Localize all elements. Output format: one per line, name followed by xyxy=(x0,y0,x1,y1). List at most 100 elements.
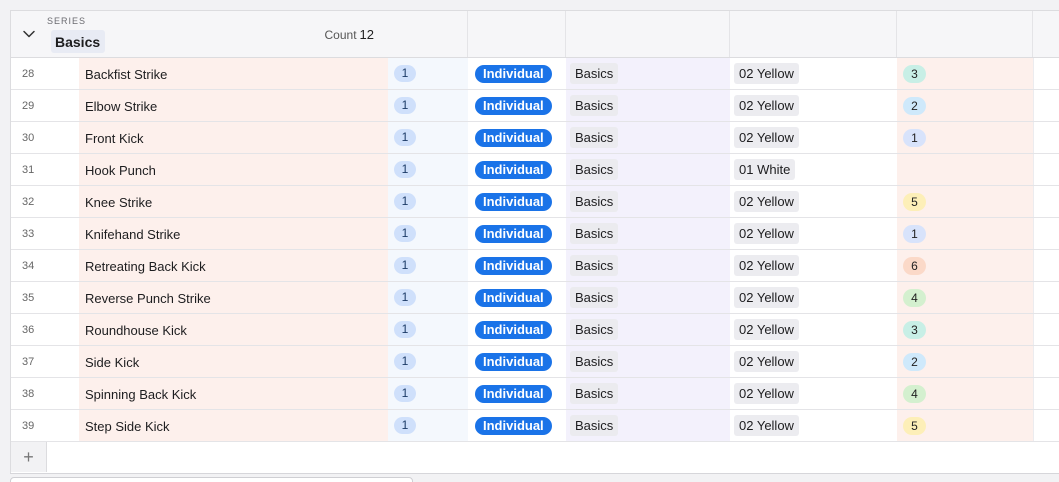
table-row[interactable]: 1 Individual Basics 02 Yellow 2 xyxy=(388,90,1059,122)
table-row[interactable]: 1 Individual Basics 02 Yellow 6 xyxy=(388,250,1059,282)
cell-series[interactable]: Basics xyxy=(566,186,730,217)
table-row[interactable]: 39 Step Side Kick xyxy=(11,410,388,442)
cell-name[interactable]: Side Kick xyxy=(79,346,388,377)
cell-quantity[interactable]: 1 xyxy=(388,346,468,377)
cell-type[interactable]: Individual xyxy=(468,90,566,121)
table-row[interactable]: 30 Front Kick xyxy=(11,122,388,154)
table-row[interactable]: 1 Individual Basics 02 Yellow 2 xyxy=(388,346,1059,378)
cell-level[interactable]: 02 Yellow xyxy=(730,282,897,313)
cell-name[interactable]: Hook Punch xyxy=(79,154,388,185)
cell-extra[interactable] xyxy=(1033,90,1059,121)
cell-extra[interactable] xyxy=(1033,58,1059,89)
cell-series[interactable]: Basics xyxy=(566,282,730,313)
table-row[interactable]: 1 Individual Basics 02 Yellow 3 xyxy=(388,58,1059,90)
cell-level[interactable]: 02 Yellow xyxy=(730,410,897,441)
cell-extra[interactable] xyxy=(1033,186,1059,217)
table-row[interactable]: 1 Individual Basics 02 Yellow 1 xyxy=(388,218,1059,250)
cell-level[interactable]: 02 Yellow xyxy=(730,122,897,153)
cell-type[interactable]: Individual xyxy=(468,410,566,441)
cell-score[interactable]: 2 xyxy=(897,90,1033,121)
cell-score[interactable]: 3 xyxy=(897,58,1033,89)
cell-series[interactable]: Basics xyxy=(566,122,730,153)
cell-extra[interactable] xyxy=(1033,378,1059,409)
cell-quantity[interactable]: 1 xyxy=(388,154,468,185)
cell-type[interactable]: Individual xyxy=(468,154,566,185)
cell-series[interactable]: Basics xyxy=(566,250,730,281)
cell-quantity[interactable]: 1 xyxy=(388,186,468,217)
table-row[interactable]: 35 Reverse Punch Strike xyxy=(11,282,388,314)
add-record-row[interactable]: + xyxy=(11,442,388,473)
cell-type[interactable]: Individual xyxy=(468,378,566,409)
table-row[interactable]: 31 Hook Punch xyxy=(11,154,388,186)
table-row[interactable]: 33 Knifehand Strike xyxy=(11,218,388,250)
table-row[interactable]: 1 Individual Basics 02 Yellow 3 xyxy=(388,314,1059,346)
chevron-down-icon[interactable] xyxy=(22,27,36,41)
cell-score[interactable]: 2 xyxy=(897,346,1033,377)
cell-level[interactable]: 01 White xyxy=(730,154,897,185)
table-row[interactable]: 1 Individual Basics 02 Yellow 4 xyxy=(388,378,1059,410)
cell-level[interactable]: 02 Yellow xyxy=(730,218,897,249)
cell-quantity[interactable]: 1 xyxy=(388,378,468,409)
cell-name[interactable]: Step Side Kick xyxy=(79,410,388,441)
cell-series[interactable]: Basics xyxy=(566,58,730,89)
cell-level[interactable]: 02 Yellow xyxy=(730,58,897,89)
cell-score[interactable]: 5 xyxy=(897,186,1033,217)
cell-score[interactable] xyxy=(897,154,1033,185)
cell-name[interactable]: Knifehand Strike xyxy=(79,218,388,249)
cell-extra[interactable] xyxy=(1033,346,1059,377)
cell-type[interactable]: Individual xyxy=(468,218,566,249)
cell-series[interactable]: Basics xyxy=(566,154,730,185)
table-row[interactable]: 1 Individual Basics 02 Yellow 4 xyxy=(388,282,1059,314)
cell-name[interactable]: Retreating Back Kick xyxy=(79,250,388,281)
cell-quantity[interactable]: 1 xyxy=(388,58,468,89)
cell-extra[interactable] xyxy=(1033,410,1059,441)
cell-level[interactable]: 02 Yellow xyxy=(730,90,897,121)
cell-name[interactable]: Elbow Strike xyxy=(79,90,388,121)
cell-extra[interactable] xyxy=(1033,122,1059,153)
cell-quantity[interactable]: 1 xyxy=(388,410,468,441)
cell-score[interactable]: 6 xyxy=(897,250,1033,281)
cell-series[interactable]: Basics xyxy=(566,346,730,377)
cell-extra[interactable] xyxy=(1033,314,1059,345)
cell-level[interactable]: 02 Yellow xyxy=(730,250,897,281)
cell-type[interactable]: Individual xyxy=(468,58,566,89)
group-header[interactable]: SERIES Basics Count 12 xyxy=(11,10,388,58)
cell-type[interactable]: Individual xyxy=(468,186,566,217)
cell-name[interactable]: Spinning Back Kick xyxy=(79,378,388,409)
cell-level[interactable]: 02 Yellow xyxy=(730,314,897,345)
cell-score[interactable]: 1 xyxy=(897,122,1033,153)
cell-score[interactable]: 5 xyxy=(897,410,1033,441)
cell-quantity[interactable]: 1 xyxy=(388,314,468,345)
cell-quantity[interactable]: 1 xyxy=(388,90,468,121)
cell-score[interactable]: 4 xyxy=(897,282,1033,313)
cell-score[interactable]: 3 xyxy=(897,314,1033,345)
cell-name[interactable]: Knee Strike xyxy=(79,186,388,217)
cell-name[interactable]: Reverse Punch Strike xyxy=(79,282,388,313)
table-row[interactable]: 36 Roundhouse Kick xyxy=(11,314,388,346)
table-row[interactable]: 32 Knee Strike xyxy=(11,186,388,218)
table-row[interactable]: 1 Individual Basics 02 Yellow 5 xyxy=(388,410,1059,442)
table-row[interactable]: 1 Individual Basics 02 Yellow 5 xyxy=(388,186,1059,218)
table-row[interactable]: 1 Individual Basics 01 White xyxy=(388,154,1059,186)
plus-icon[interactable]: + xyxy=(11,442,47,472)
table-row[interactable]: 29 Elbow Strike xyxy=(11,90,388,122)
cell-name[interactable]: Roundhouse Kick xyxy=(79,314,388,345)
cell-type[interactable]: Individual xyxy=(468,314,566,345)
cell-name[interactable]: Backfist Strike xyxy=(79,58,388,89)
cell-name[interactable]: Front Kick xyxy=(79,122,388,153)
table-row[interactable]: 38 Spinning Back Kick xyxy=(11,378,388,410)
cell-level[interactable]: 02 Yellow xyxy=(730,346,897,377)
cell-series[interactable]: Basics xyxy=(566,378,730,409)
cell-extra[interactable] xyxy=(1033,154,1059,185)
cell-type[interactable]: Individual xyxy=(468,346,566,377)
cell-series[interactable]: Basics xyxy=(566,90,730,121)
cell-extra[interactable] xyxy=(1033,250,1059,281)
table-row[interactable]: 28 Backfist Strike xyxy=(11,58,388,90)
table-row[interactable]: 34 Retreating Back Kick xyxy=(11,250,388,282)
cell-type[interactable]: Individual xyxy=(468,282,566,313)
cell-level[interactable]: 02 Yellow xyxy=(730,378,897,409)
table-row[interactable]: 1 Individual Basics 02 Yellow 1 xyxy=(388,122,1059,154)
cell-quantity[interactable]: 1 xyxy=(388,122,468,153)
cell-level[interactable]: 02 Yellow xyxy=(730,186,897,217)
cell-series[interactable]: Basics xyxy=(566,410,730,441)
